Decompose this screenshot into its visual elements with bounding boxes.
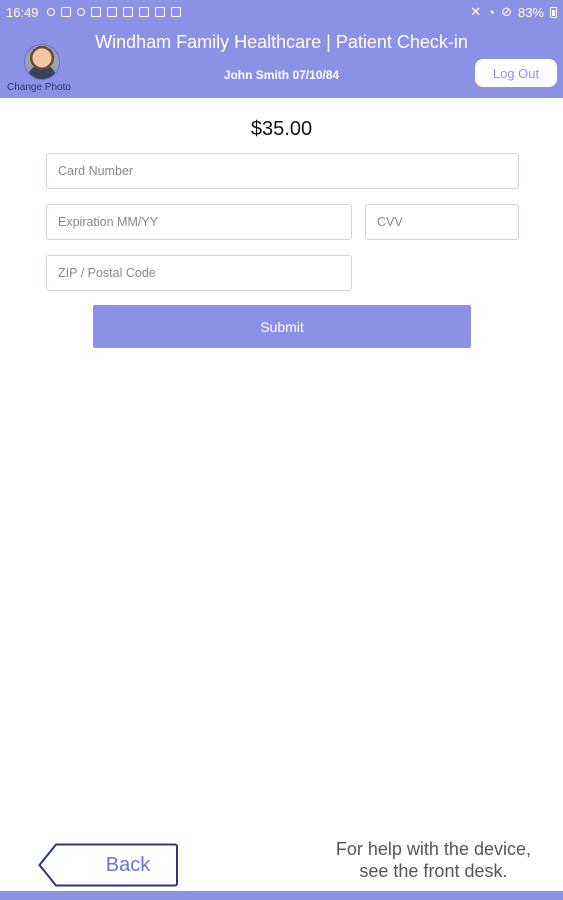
location-icon — [46, 8, 55, 16]
expiration-input[interactable]: Expiration MM/YY — [46, 204, 352, 240]
settings-icon — [76, 8, 85, 16]
back-button[interactable]: Back — [38, 843, 178, 887]
notification-icons — [46, 7, 181, 17]
page-title: Windham Family Healthcare | Patient Chec… — [95, 32, 468, 52]
change-photo-link[interactable]: Change Photo — [7, 82, 71, 93]
help-text: For help with the device, see the front … — [336, 838, 531, 882]
calendar-icon — [90, 7, 101, 17]
logout-button[interactable]: Log Out — [475, 59, 557, 87]
payment-amount: $35.00 — [250, 118, 313, 140]
image-icon — [106, 7, 117, 17]
calendar-icon — [154, 7, 165, 17]
help-line-1: For help with the device, — [335, 839, 531, 859]
tag-icon — [122, 7, 133, 17]
wifi-icon: ◔ — [487, 4, 496, 20]
app-icon — [138, 7, 149, 17]
card-number-input[interactable]: Card Number — [46, 153, 519, 189]
mute-icon: ✕ — [470, 4, 482, 19]
battery-percent: 83% — [517, 4, 544, 20]
system-status: ✕ ◔ ⊘ 83% — [470, 4, 557, 20]
battery-icon — [550, 6, 557, 18]
back-label: Back — [105, 854, 151, 876]
do-not-disturb-icon: ⊘ — [501, 4, 512, 19]
app-header: Change Photo Windham Family Healthcare |… — [0, 24, 563, 98]
help-line-2: see the front desk. — [359, 861, 508, 881]
zip-input[interactable]: ZIP / Postal Code — [46, 255, 352, 291]
upload-icon — [60, 7, 71, 17]
cvv-input[interactable]: CVV — [365, 204, 519, 240]
play-icon — [170, 7, 181, 17]
bottom-bar — [0, 891, 563, 900]
submit-button[interactable]: Submit — [93, 305, 471, 348]
status-time: 16:49 — [6, 4, 39, 20]
status-bar: 16:49 ✕ ◔ ⊘ 83% — [0, 0, 563, 24]
